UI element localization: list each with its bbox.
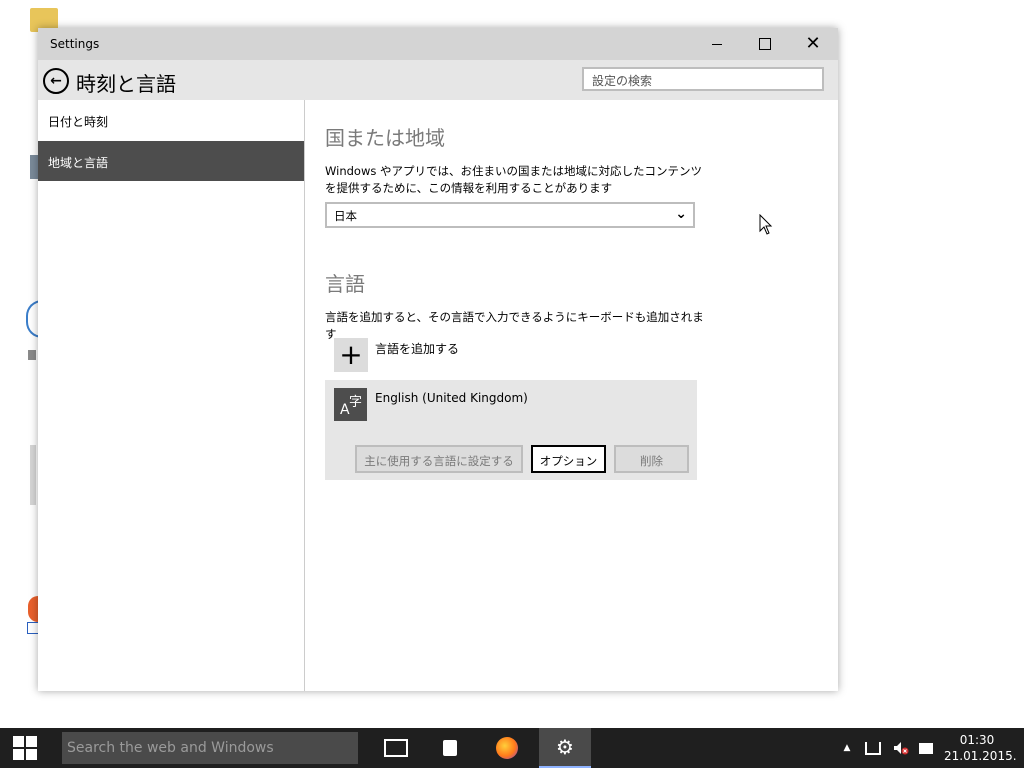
page-title: 時刻と言語: [76, 72, 176, 96]
task-view-button[interactable]: [372, 728, 420, 768]
region-description: Windows やアプリでは、お住まいの国または地域に対応したコンテンツを提供す…: [325, 164, 702, 195]
action-center-button[interactable]: [914, 728, 938, 768]
maximize-button[interactable]: [742, 28, 788, 60]
mouse-cursor-icon: [759, 214, 773, 235]
header-bar: ← 時刻と言語 設定の検索: [38, 60, 838, 100]
settings-window: Settings ✕ ← 時刻と言語 設定の検索 日付と時刻 地域と言語 国また…: [38, 28, 838, 691]
start-button[interactable]: [0, 728, 50, 768]
desktop-firefox-icon[interactable]: [28, 596, 38, 622]
windows-logo-icon: [13, 736, 37, 760]
sidebar-item-date-time[interactable]: 日付と時刻: [38, 100, 304, 140]
maximize-icon: [759, 38, 771, 50]
country-region-select[interactable]: 日本 ⌄: [325, 202, 695, 228]
firefox-button[interactable]: [483, 728, 531, 768]
show-hidden-icons-button[interactable]: ▲: [838, 728, 856, 768]
title-bar[interactable]: Settings ✕: [38, 28, 838, 60]
language-icon: A 字: [334, 388, 367, 421]
sidebar-item-region-language[interactable]: 地域と言語: [38, 141, 304, 181]
chevron-up-icon: ▲: [843, 743, 851, 753]
language-name: English (United Kingdom): [375, 391, 528, 405]
back-arrow-icon: ←: [50, 73, 62, 89]
taskbar: Search the web and Windows ⚙ ▲ 01:30 21.…: [0, 728, 1024, 768]
main-content: 国または地域 Windows やアプリでは、お住まいの国または地域に対応したコン…: [305, 100, 838, 691]
store-icon: [443, 740, 457, 756]
language-description: 言語を追加すると、その言語で入力できるようにキーボードも追加されます: [325, 310, 704, 341]
task-view-icon: [384, 739, 408, 757]
network-button[interactable]: [862, 728, 884, 768]
store-button[interactable]: [426, 728, 474, 768]
close-icon: ✕: [805, 33, 821, 54]
volume-muted-icon: [894, 742, 909, 755]
back-button[interactable]: ←: [43, 68, 69, 94]
region-heading: 国または地域: [325, 126, 445, 150]
plus-icon: +: [339, 338, 363, 371]
network-icon: [865, 741, 881, 755]
language-list-item[interactable]: A 字 English (United Kingdom) 主に使用する言語に設定…: [325, 380, 697, 480]
desktop-item-icon[interactable]: [30, 445, 36, 505]
sidebar: 日付と時刻 地域と言語: [38, 100, 305, 691]
add-language-label[interactable]: 言語を追加する: [375, 340, 459, 357]
desktop-app-icon[interactable]: [30, 155, 38, 179]
options-button[interactable]: オプション: [531, 445, 606, 473]
chevron-down-icon: ⌄: [675, 206, 687, 222]
firefox-icon: [496, 737, 518, 759]
settings-taskbar-button[interactable]: ⚙: [539, 728, 591, 768]
remove-button[interactable]: 削除: [614, 445, 689, 473]
desktop-label-icon: [28, 350, 36, 360]
taskbar-search-input[interactable]: Search the web and Windows: [62, 732, 358, 764]
clock[interactable]: 01:30 21.01.2015.: [944, 732, 1017, 764]
settings-search-input[interactable]: 設定の検索: [582, 67, 824, 91]
gear-icon: ⚙: [556, 735, 574, 759]
minimize-icon: [712, 43, 722, 45]
message-icon: [919, 742, 933, 754]
clock-date: 21.01.2015.: [944, 749, 1017, 763]
language-icon-char: 字: [349, 395, 363, 410]
country-region-value: 日本: [334, 209, 357, 223]
set-as-primary-button[interactable]: 主に使用する言語に設定する: [355, 445, 523, 473]
clock-time: 01:30: [959, 733, 995, 747]
add-language-button[interactable]: +: [334, 338, 368, 372]
window-title: Settings: [50, 37, 100, 51]
language-heading: 言語: [325, 272, 365, 296]
close-button[interactable]: ✕: [790, 28, 836, 60]
volume-button[interactable]: [890, 728, 912, 768]
minimize-button[interactable]: [694, 28, 740, 60]
